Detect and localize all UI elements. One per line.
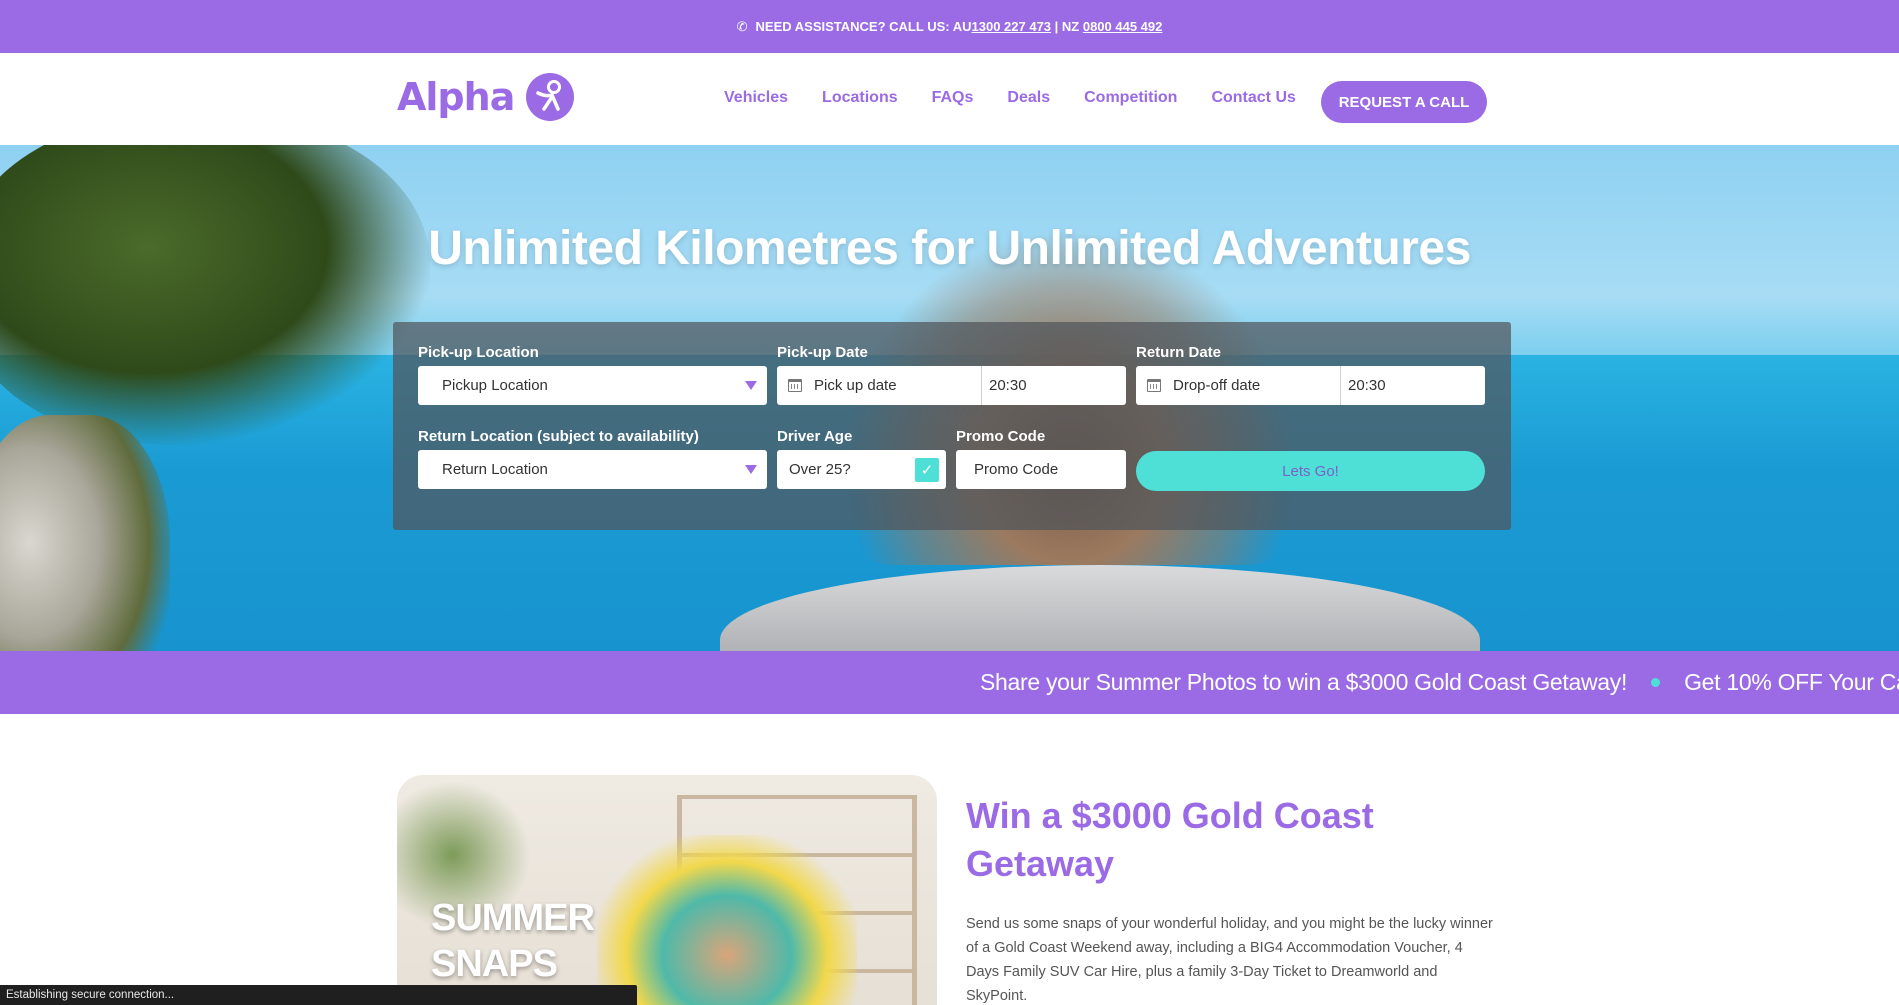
field-divider: [981, 366, 982, 405]
return-date-value: Drop-off date: [1173, 377, 1261, 394]
calendar-icon: [1147, 379, 1161, 392]
pickup-date-value: Pick up date: [814, 377, 897, 394]
return-location-value: Return Location: [442, 461, 548, 478]
hero-headline: Unlimited Kilometres for Unlimited Adven…: [428, 222, 1471, 275]
ticker-track: Share your Summer Photos to win a $3000 …: [980, 651, 1899, 714]
promo-code-label: Promo Code: [956, 428, 1046, 445]
assistance-separator: | NZ: [1051, 19, 1083, 34]
phone-icon: ✆: [736, 18, 748, 34]
hero-pine-tree-image: [0, 145, 430, 445]
hero-banner: Unlimited Kilometres for Unlimited Adven…: [0, 145, 1899, 651]
nav-faqs[interactable]: FAQs: [932, 89, 974, 107]
return-location-select[interactable]: Return Location: [418, 450, 767, 489]
pickup-location-label: Pick-up Location: [418, 344, 539, 361]
return-date-field[interactable]: Drop-off date 20:30: [1136, 366, 1485, 405]
field-divider: [1340, 366, 1341, 405]
chevron-down-icon: [745, 381, 757, 390]
family-image: [597, 835, 857, 1005]
assistance-text: NEED ASSISTANCE? CALL US: AU: [755, 19, 972, 34]
main-nav: Vehicles Locations FAQs Deals Competitio…: [724, 89, 1296, 107]
pickup-date-label: Pick-up Date: [777, 344, 868, 361]
return-time-value[interactable]: 20:30: [1348, 377, 1386, 394]
site-header: Alpha Vehicles Locations FAQs Deals Comp…: [0, 53, 1899, 145]
au-phone-link[interactable]: 1300 227 473: [972, 19, 1052, 34]
nav-competition[interactable]: Competition: [1084, 89, 1177, 107]
competition-description: Send us some snaps of your wonderful hol…: [966, 916, 1493, 1004]
request-a-call-button[interactable]: REQUEST A CALL: [1321, 81, 1487, 123]
nav-vehicles[interactable]: Vehicles: [724, 89, 788, 107]
logo[interactable]: Alpha: [397, 73, 575, 121]
browser-status-bar: Establishing secure connection...: [0, 985, 637, 1005]
pickup-location-select[interactable]: Pickup Location: [418, 366, 767, 405]
bullet-icon: [1651, 678, 1661, 687]
lets-go-button[interactable]: Lets Go!: [1136, 451, 1485, 491]
ticker-item[interactable]: Share your Summer Photos to win a $3000 …: [980, 669, 1627, 696]
nav-locations[interactable]: Locations: [822, 89, 898, 107]
driver-age-value: Over 25?: [789, 461, 851, 478]
ticker-item[interactable]: Get 10% OFF Your Car: [1684, 669, 1899, 696]
promo-code-input[interactable]: Promo Code: [956, 450, 1126, 489]
caption-line: SNAPS: [431, 943, 558, 985]
summer-snaps-image[interactable]: SUMMER SNAPS: [397, 775, 937, 1005]
booking-form: Pick-up Location Pick-up Date Return Dat…: [393, 322, 1511, 530]
competition-title: Win a $3000 Gold Coast Getaway: [966, 795, 1374, 884]
checkmark-icon[interactable]: ✓: [915, 458, 939, 482]
logo-text: Alpha: [397, 75, 515, 119]
return-date-label: Return Date: [1136, 344, 1222, 361]
pickup-location-value: Pickup Location: [442, 377, 548, 394]
driver-age-field[interactable]: Over 25? ✓: [777, 450, 946, 489]
pickup-time-value[interactable]: 20:30: [989, 377, 1027, 394]
driver-age-label: Driver Age: [777, 428, 853, 445]
promo-ticker: Share your Summer Photos to win a $3000 …: [0, 651, 1899, 714]
nav-deals[interactable]: Deals: [1007, 89, 1050, 107]
return-location-label: Return Location (subject to availability…: [418, 428, 699, 445]
caption-line: SUMMER: [431, 897, 595, 939]
nav-contact-us[interactable]: Contact Us: [1211, 89, 1295, 107]
nz-phone-link[interactable]: 0800 445 492: [1083, 19, 1163, 34]
pickup-date-field[interactable]: Pick up date 20:30: [777, 366, 1126, 405]
promo-code-placeholder: Promo Code: [974, 461, 1059, 478]
hero-cliff-image: [0, 415, 170, 651]
chevron-down-icon: [745, 465, 757, 474]
calendar-icon: [788, 379, 802, 392]
logo-person-icon: [526, 73, 575, 121]
image-caption: SUMMER SNAPS: [431, 895, 595, 987]
assistance-bar: ✆ NEED ASSISTANCE? CALL US: AU 1300 227 …: [0, 0, 1899, 53]
